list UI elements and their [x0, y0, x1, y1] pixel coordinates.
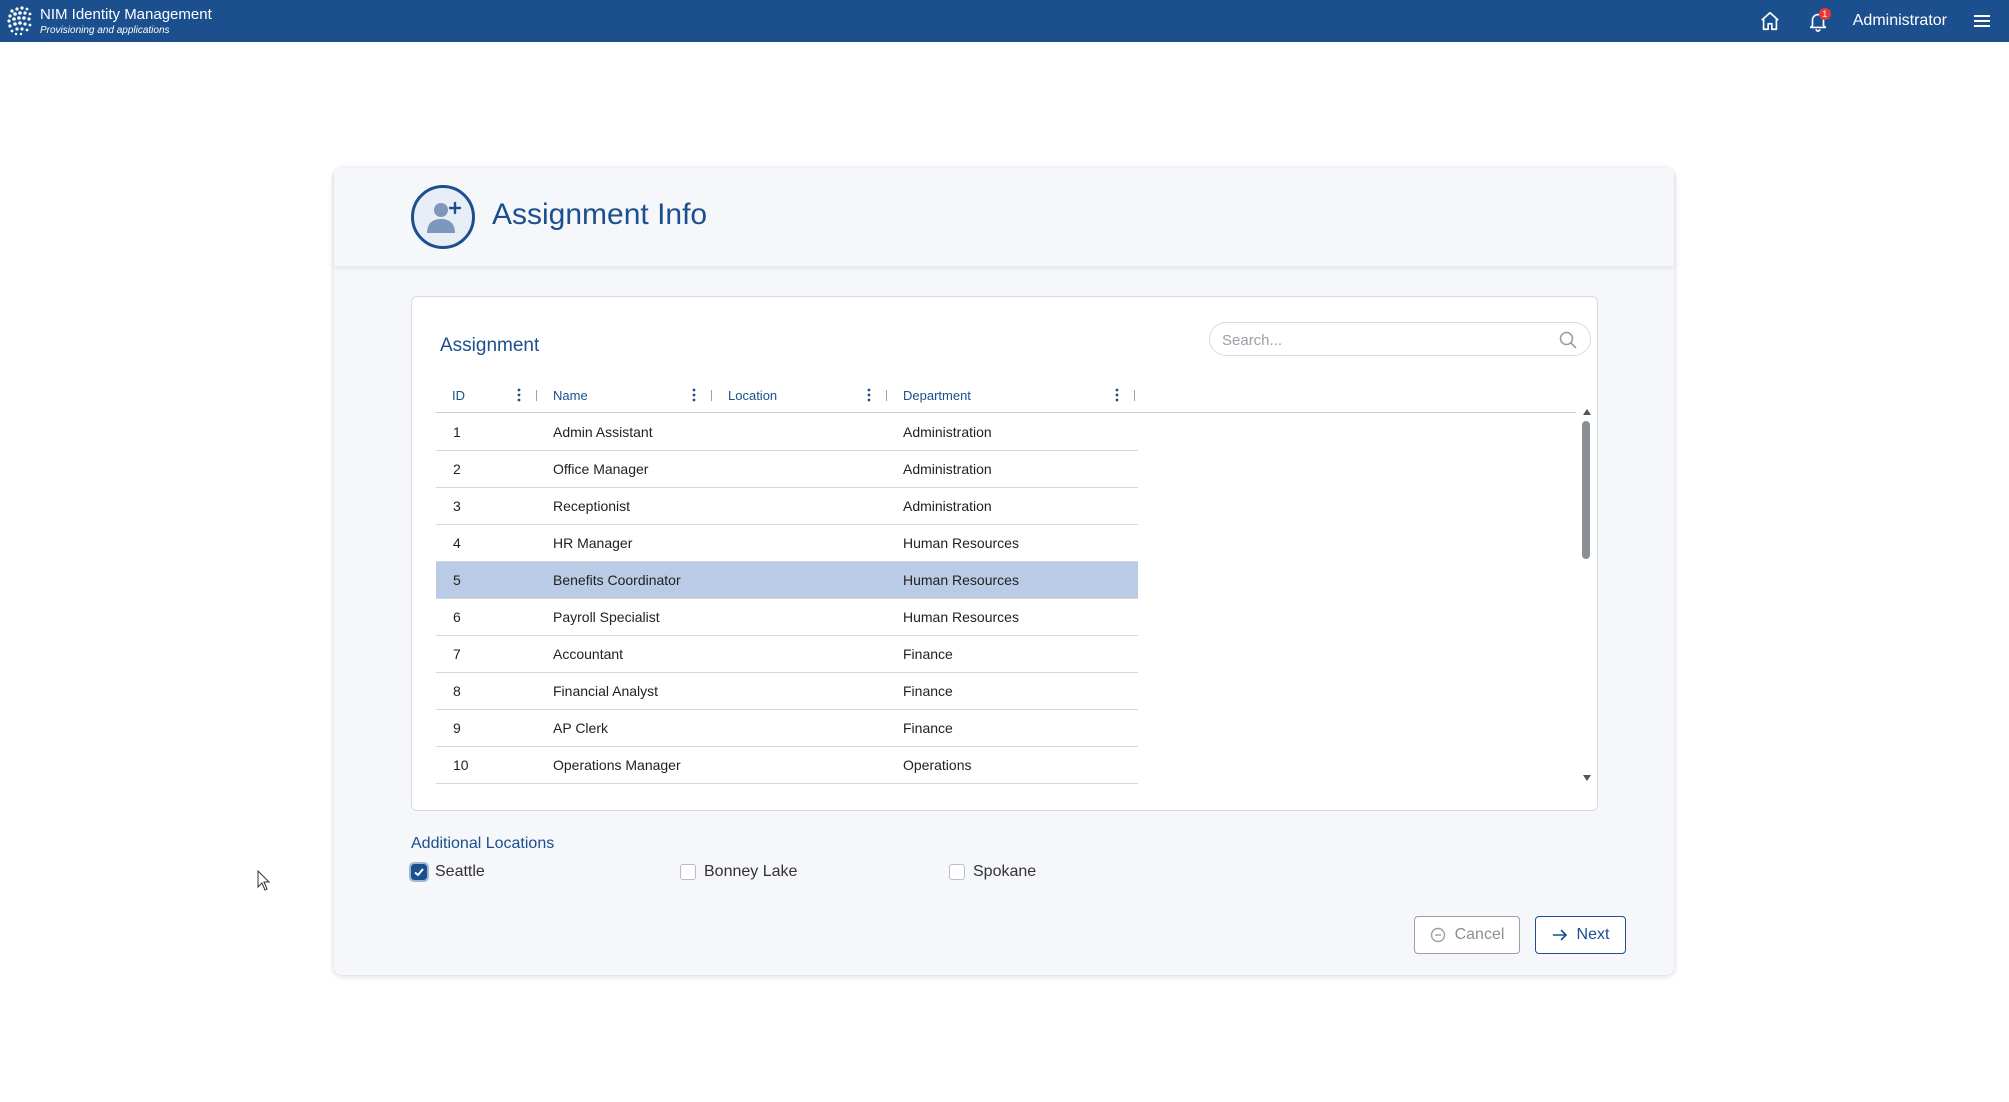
checkbox-checked[interactable] — [409, 862, 429, 882]
next-button-label: Next — [1576, 926, 1610, 943]
user-add-icon — [427, 201, 462, 233]
checkbox-unchecked[interactable] — [680, 864, 696, 880]
table-row[interactable]: 2 Office Manager Administration — [436, 451, 1138, 488]
cell-id: 1 — [453, 424, 461, 440]
assignment-card: Assignment Info Assignment ID Name Locat… — [334, 168, 1674, 975]
arrow-right-icon — [1552, 929, 1567, 941]
header-avatar — [411, 185, 475, 249]
cell-department: Human Resources — [903, 572, 1019, 588]
home-icon — [1760, 11, 1779, 31]
checkbox-label: Bonney Lake — [704, 863, 798, 880]
table-row[interactable]: 6 Payroll Specialist Human Resources — [436, 599, 1138, 636]
cell-name: Accountant — [553, 646, 624, 662]
cell-id: 3 — [453, 498, 461, 514]
cell-department: Finance — [903, 683, 953, 699]
cell-name: Receptionist — [553, 498, 631, 514]
cell-name: Operations Manager — [553, 757, 681, 773]
column-header-name[interactable]: Name — [537, 378, 712, 413]
check-icon — [414, 868, 424, 877]
app-subtitle: Provisioning and applications — [40, 24, 170, 36]
assignment-title: Assignment — [440, 335, 540, 356]
location-checkbox-spokane[interactable]: Spokane — [949, 863, 1036, 881]
column-label-department: Department — [903, 388, 971, 403]
next-button[interactable]: Next — [1535, 916, 1626, 954]
search-box — [1209, 322, 1591, 356]
column-label-location: Location — [728, 388, 778, 403]
cell-name: Benefits Coordinator — [553, 572, 681, 588]
column-header-id[interactable]: ID — [436, 378, 537, 413]
card-header: Assignment Info — [334, 168, 1674, 266]
main-menu-button[interactable] — [1969, 8, 1995, 34]
search-icon[interactable] — [1558, 330, 1578, 350]
cancel-button[interactable]: Cancel — [1414, 916, 1520, 954]
home-button[interactable] — [1757, 8, 1783, 34]
cell-department: Finance — [903, 720, 953, 736]
table-row[interactable]: 8 Financial Analyst Finance — [436, 673, 1138, 710]
cell-name: HR Manager — [553, 535, 633, 551]
column-menu-icon[interactable] — [867, 388, 871, 402]
minus-circle-icon — [1430, 927, 1445, 943]
location-checkbox-bonney-lake[interactable]: Bonney Lake — [680, 863, 797, 881]
hamburger-menu-icon — [1974, 15, 1990, 27]
cell-department: Finance — [903, 646, 953, 662]
column-resize-handle[interactable] — [1134, 390, 1135, 401]
cell-id: 2 — [453, 461, 461, 477]
cell-name: Financial Analyst — [553, 683, 659, 699]
globe-logo-icon — [7, 6, 32, 36]
cell-id: 9 — [453, 720, 461, 736]
scrollbar-thumb[interactable] — [1582, 421, 1590, 559]
cell-department: Administration — [903, 424, 992, 440]
cell-id: 6 — [453, 609, 461, 625]
top-bar: NIM Identity Management Provisioning and… — [0, 0, 2009, 42]
cell-name: Office Manager — [553, 461, 649, 477]
checkbox-label: Spokane — [973, 863, 1037, 880]
app-title: NIM Identity Management — [40, 5, 212, 23]
column-label-id: ID — [452, 388, 465, 403]
cell-id: 10 — [453, 757, 469, 773]
scroll-up-arrow-icon[interactable] — [1583, 409, 1591, 415]
user-menu[interactable]: Administrator — [1853, 12, 1947, 30]
column-menu-icon[interactable] — [517, 388, 521, 402]
cell-department: Human Resources — [903, 609, 1019, 625]
cell-id: 5 — [453, 572, 461, 588]
page-title: Assignment Info — [492, 198, 708, 231]
location-checkbox-seattle[interactable]: Seattle — [409, 862, 485, 882]
mouse-cursor-icon — [257, 870, 271, 891]
table-row[interactable]: 7 Accountant Finance — [436, 636, 1138, 673]
table-body: 1 Admin Assistant Administration 2 Offic… — [436, 414, 1138, 784]
table-scrollbar[interactable] — [1581, 407, 1593, 783]
additional-locations-title: Additional Locations — [411, 835, 555, 852]
checkbox-unchecked[interactable] — [949, 864, 965, 880]
notifications-button[interactable]: 1 — [1805, 8, 1831, 34]
column-header-department[interactable]: Department — [887, 378, 1135, 413]
cell-name: Admin Assistant — [553, 424, 653, 440]
scroll-down-arrow-icon[interactable] — [1583, 775, 1591, 781]
table-row[interactable]: 3 Receptionist Administration — [436, 488, 1138, 525]
cell-name: Payroll Specialist — [553, 609, 660, 625]
cell-id: 7 — [453, 646, 461, 662]
table-header: ID Name Location Department — [436, 378, 1576, 413]
cell-name: AP Clerk — [553, 720, 608, 736]
table-row-selected[interactable]: 5 Benefits Coordinator Human Resources — [436, 562, 1138, 599]
search-input[interactable] — [1222, 329, 1542, 351]
assignment-panel: Assignment ID Name Location — [411, 296, 1598, 811]
cell-id: 8 — [453, 683, 461, 699]
cell-id: 4 — [453, 535, 461, 551]
column-header-location[interactable]: Location — [712, 378, 887, 413]
cell-department: Operations — [903, 757, 972, 773]
cell-department: Human Resources — [903, 535, 1019, 551]
table-row[interactable]: 10 Operations Manager Operations — [436, 747, 1138, 784]
cell-department: Administration — [903, 461, 992, 477]
table-row[interactable]: 1 Admin Assistant Administration — [436, 414, 1138, 451]
column-menu-icon[interactable] — [1115, 388, 1119, 402]
cancel-button-label: Cancel — [1454, 926, 1505, 943]
checkbox-label: Seattle — [435, 863, 485, 880]
table-row[interactable]: 4 HR Manager Human Resources — [436, 525, 1138, 562]
table-row[interactable]: 9 AP Clerk Finance — [436, 710, 1138, 747]
cell-department: Administration — [903, 498, 992, 514]
notification-badge: 1 — [1818, 8, 1831, 20]
column-label-name: Name — [553, 388, 588, 403]
brand[interactable]: NIM Identity Management Provisioning and… — [6, 3, 212, 39]
column-menu-icon[interactable] — [692, 388, 696, 402]
